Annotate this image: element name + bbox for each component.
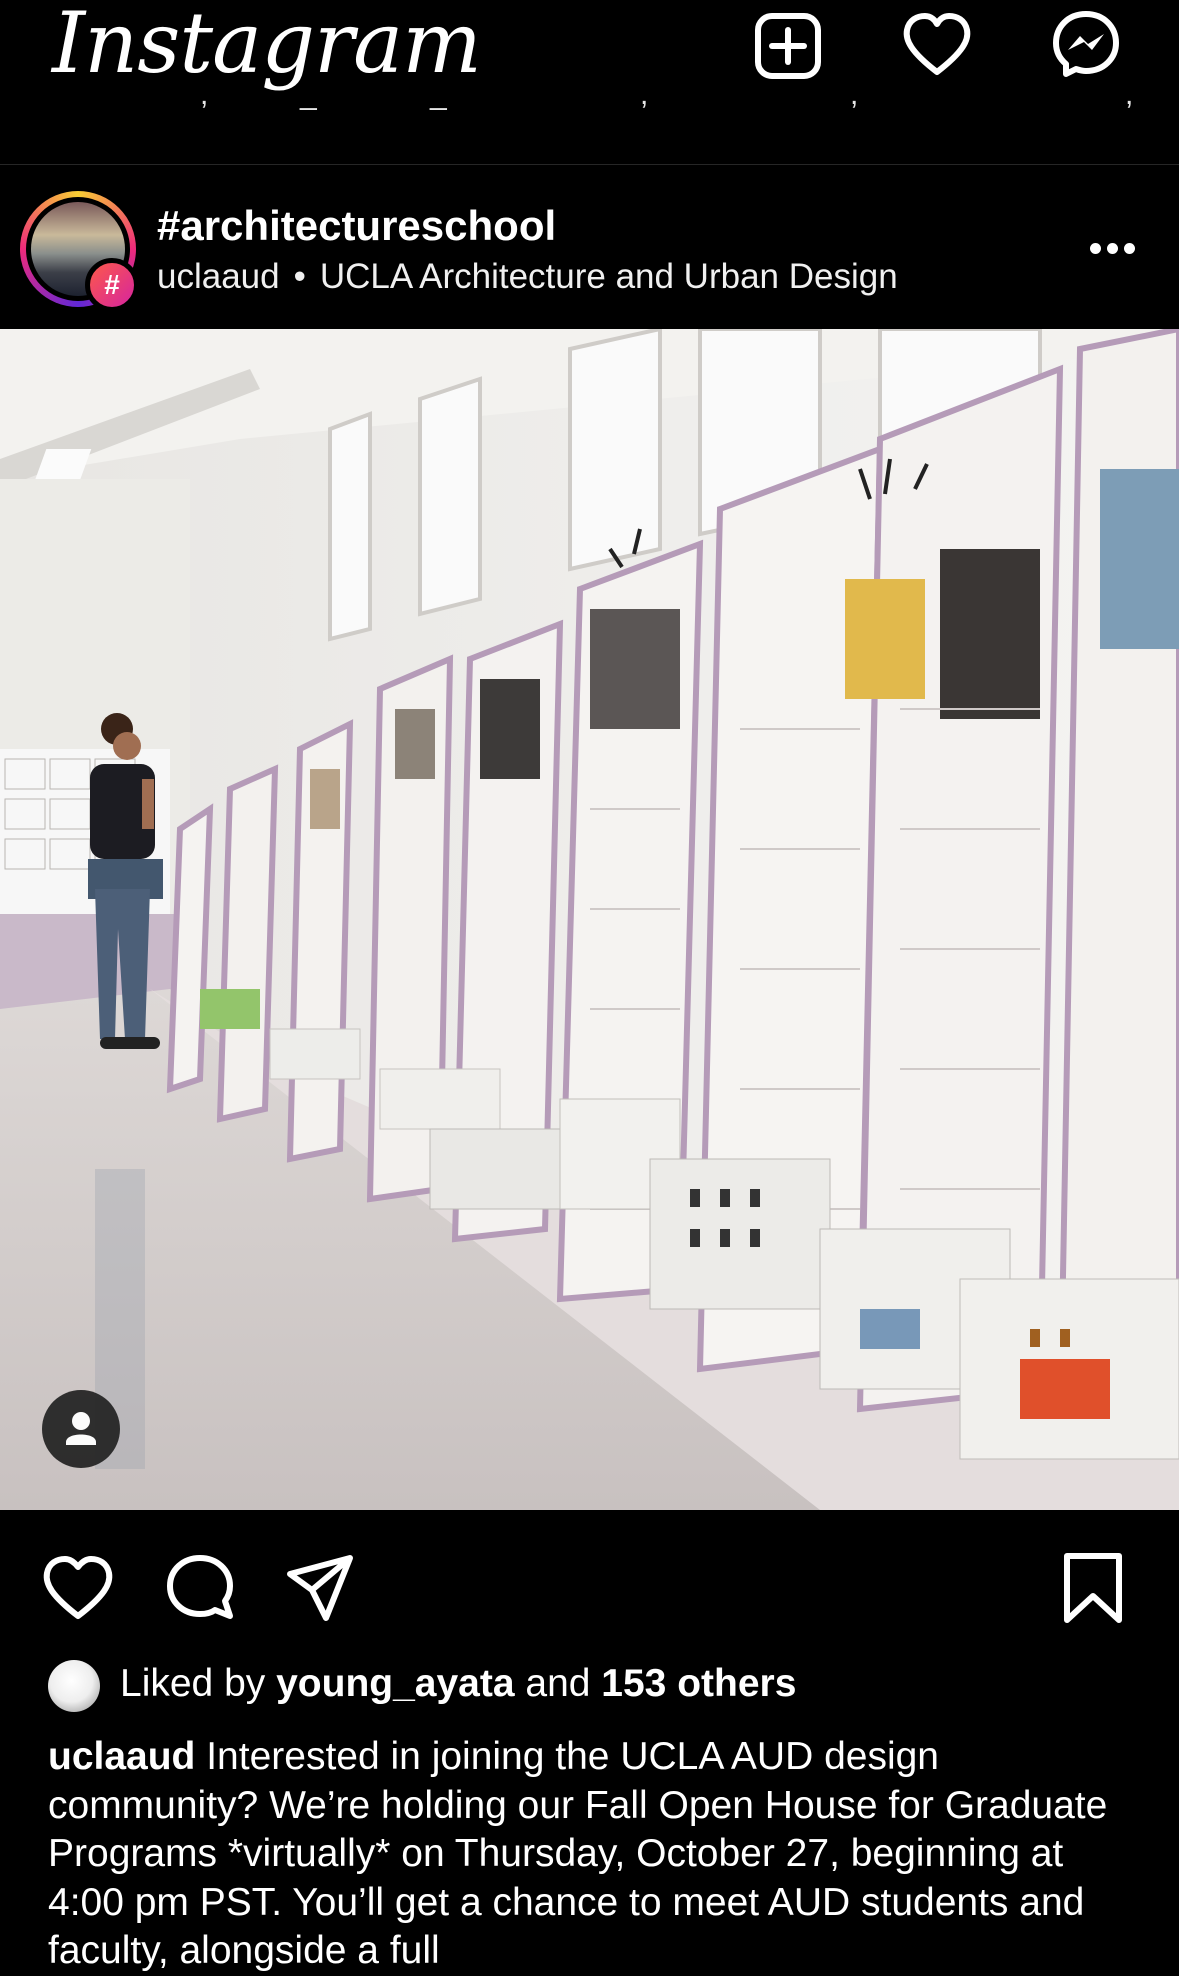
post-image[interactable] [0, 329, 1179, 1510]
caption-username[interactable]: uclaaud [48, 1735, 195, 1778]
hashtag-badge: # [85, 258, 139, 312]
hashtag-title[interactable]: #architectureschool [157, 202, 556, 250]
plus-square-icon[interactable] [752, 8, 824, 80]
likes-count[interactable]: 153 others [601, 1662, 796, 1705]
likes-and: and [525, 1662, 591, 1705]
more-options-icon[interactable] [1090, 243, 1136, 257]
architecture-exhibition-photo [0, 329, 1179, 1510]
post-caption: uclaaud Interested in joining the UCLA A… [48, 1733, 1148, 1976]
user-icon [66, 1412, 96, 1445]
likes-text: Liked by young_ayata and 153 others [120, 1662, 796, 1706]
share-send-icon[interactable] [282, 1550, 358, 1626]
account-full-name: UCLA Architecture and Urban Design [319, 257, 898, 296]
instagram-logo[interactable]: Instagram [52, 0, 482, 92]
post-username[interactable]: uclaaud [157, 257, 280, 296]
comment-icon[interactable] [162, 1550, 238, 1626]
messenger-icon[interactable] [1050, 8, 1122, 80]
liker-avatar [48, 1660, 100, 1712]
post-header: # #architectureschool uclaaud • UCLA Archi… [0, 165, 1179, 329]
heart-icon[interactable] [901, 8, 973, 80]
post-subtitle: uclaaud • UCLA Architecture and Urban Desi… [157, 257, 898, 296]
tagged-people-button[interactable] [42, 1390, 120, 1468]
liker-username[interactable]: young_ayata [276, 1662, 514, 1705]
stories-strip: ,__ ,,, [0, 100, 1179, 164]
caption-text: Interested in joining the UCLA AUD desig… [48, 1735, 1108, 1972]
bookmark-icon[interactable] [1055, 1550, 1131, 1626]
likes-prefix: Liked by [120, 1662, 266, 1705]
post-actions [0, 1510, 1179, 1640]
like-heart-icon[interactable] [40, 1550, 116, 1626]
top-app-bar: Instagram ,__ ,,, [0, 0, 1179, 165]
